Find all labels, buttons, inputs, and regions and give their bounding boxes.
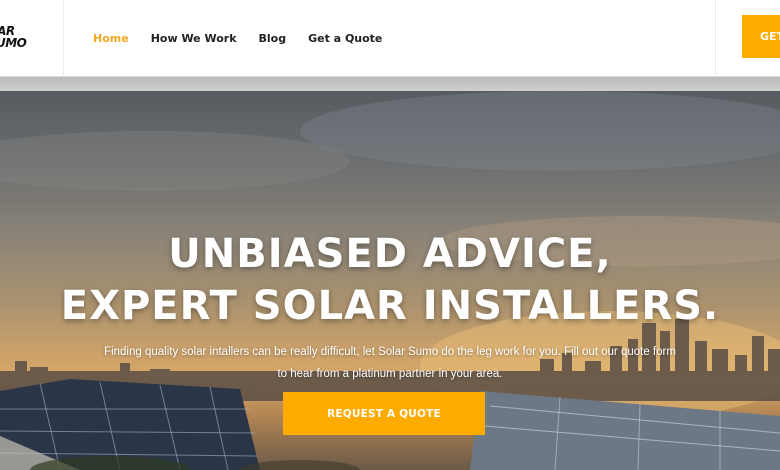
- header-divider: [715, 0, 716, 77]
- header-cta-button[interactable]: GET: [742, 15, 780, 58]
- nav-item-get-a-quote[interactable]: Get a Quote: [308, 32, 382, 45]
- nav-item-home[interactable]: Home: [93, 32, 129, 45]
- request-quote-button[interactable]: REQUEST A QUOTE: [283, 392, 485, 435]
- hero-title-line-1: UNBIASED ADVICE,: [168, 231, 612, 277]
- hero-title-line-2: EXPERT SOLAR INSTALLERS.: [60, 283, 720, 329]
- main-nav: Home How We Work Blog Get a Quote: [93, 0, 382, 77]
- logo-container[interactable]: LAR UMO: [0, 0, 64, 77]
- logo-line-2: UMO: [0, 36, 27, 50]
- hero-subtitle-line-2: to hear from a platinum partner in your …: [277, 368, 503, 380]
- hero-subtitle-line-1: Finding quality solar intallers can be r…: [104, 346, 676, 358]
- nav-item-blog[interactable]: Blog: [259, 32, 287, 45]
- hero-section: UNBIASED ADVICE, EXPERT SOLAR INSTALLERS…: [0, 91, 780, 470]
- site-logo[interactable]: LAR UMO: [0, 25, 34, 51]
- nav-item-how-we-work[interactable]: How We Work: [151, 32, 237, 45]
- header-shadow-band: [0, 77, 780, 91]
- site-header: LAR UMO Home How We Work Blog Get a Quot…: [0, 0, 780, 77]
